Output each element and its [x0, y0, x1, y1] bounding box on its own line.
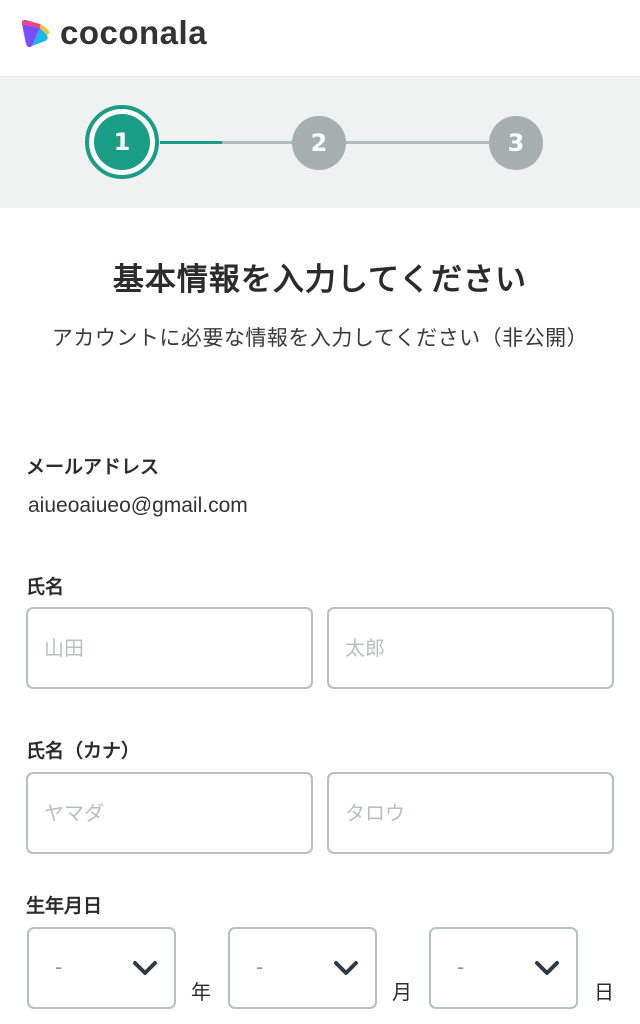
birthday-label: 生年月日 — [26, 895, 103, 917]
birth-year-value: - — [55, 955, 63, 979]
month-unit-label: 月 — [392, 980, 412, 1004]
page-title: 基本情報を入力してください — [112, 262, 528, 298]
email-label: メールアドレス — [26, 456, 160, 478]
name-label: 氏名 — [26, 576, 65, 598]
year-unit-label: 年 — [191, 980, 211, 1004]
page-subtitle: アカウントに必要な情報を入力してください（非公開） — [51, 326, 589, 350]
stepper-line-pending — [222, 141, 494, 144]
logo-wordmark: coconala — [60, 14, 208, 51]
first-name-kana-input[interactable] — [327, 772, 614, 854]
birth-day-value: - — [457, 955, 465, 979]
kana-name-label: 氏名（カナ） — [26, 740, 141, 762]
step-1-current: 1 — [85, 105, 159, 179]
step-3: 3 — [489, 116, 543, 170]
birth-year-select[interactable]: - — [27, 927, 176, 1009]
stepper-line-completed — [160, 141, 222, 144]
coconala-logo[interactable]: coconala — [18, 16, 207, 50]
chevron-down-icon — [133, 961, 157, 975]
birth-day-select[interactable]: - — [429, 927, 578, 1009]
last-name-kana-input[interactable] — [26, 772, 313, 854]
chevron-down-icon — [535, 961, 559, 975]
chevron-down-icon — [334, 961, 358, 975]
day-unit-label: 日 — [594, 980, 614, 1004]
first-name-input[interactable] — [327, 607, 614, 689]
step-1-label: 1 — [94, 114, 150, 170]
birth-month-select[interactable]: - — [228, 927, 377, 1009]
app-header: coconala — [0, 0, 640, 77]
email-value: aiueoaiueo@gmail.com — [28, 494, 248, 517]
last-name-input[interactable] — [26, 607, 313, 689]
coconala-logo-icon — [21, 19, 50, 48]
birth-month-value: - — [256, 955, 264, 979]
step-2: 2 — [292, 116, 346, 170]
progress-stepper: 1 2 3 — [0, 77, 640, 208]
